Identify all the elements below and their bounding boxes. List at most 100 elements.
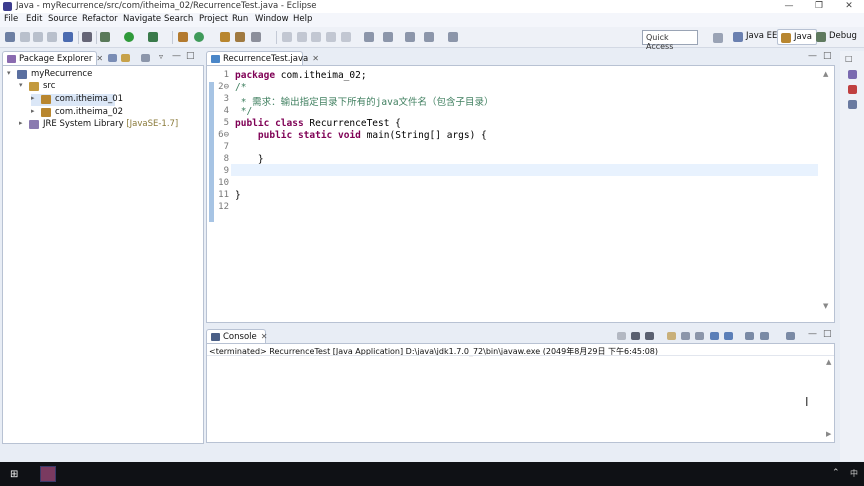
line-number: 8 <box>223 154 229 164</box>
menu-file[interactable]: File <box>4 14 18 24</box>
coverage-icon[interactable] <box>148 32 158 42</box>
os-taskbar: ⊞ ⌃ 中 <box>0 462 864 486</box>
save-all-icon[interactable] <box>33 32 43 42</box>
show-on-output-icon[interactable] <box>710 332 719 340</box>
minimize-editor-icon[interactable]: — <box>808 51 817 61</box>
task-list-icon[interactable] <box>848 70 857 79</box>
close-icon[interactable]: ✕ <box>838 0 860 13</box>
chevron-up-icon[interactable]: ⌃ <box>832 468 840 478</box>
next-edit-icon[interactable] <box>364 32 374 42</box>
code-line[interactable]: } <box>235 190 241 201</box>
code-line[interactable]: } <box>235 154 264 165</box>
link-with-editor-icon[interactable] <box>121 54 130 62</box>
problems-icon[interactable] <box>848 100 857 109</box>
history-back-icon[interactable] <box>424 32 434 42</box>
search-icon[interactable] <box>251 32 261 42</box>
console-icon <box>211 333 220 341</box>
scroll-up-icon[interactable]: ▲ <box>823 70 828 78</box>
close-icon[interactable]: ✕ <box>312 54 319 63</box>
next-annotation-icon[interactable] <box>282 32 292 42</box>
save-icon[interactable] <box>20 32 30 42</box>
remove-launch-icon[interactable] <box>631 332 640 340</box>
scroll-up-icon[interactable]: ▲ <box>826 358 831 366</box>
console-view[interactable]: <terminated> RecurrenceTest [Java Applic… <box>206 343 835 443</box>
toggle-mark-icon[interactable] <box>311 32 321 42</box>
last-edit-location-icon[interactable] <box>383 32 393 42</box>
minimize-view-icon[interactable]: — <box>172 51 181 61</box>
scroll-lock-icon[interactable] <box>681 332 690 340</box>
maximize-view-icon[interactable]: □ <box>186 51 195 61</box>
menu-search[interactable]: Search <box>164 14 193 24</box>
perspective-java[interactable]: Java <box>777 29 817 45</box>
maximize-icon[interactable]: ❐ <box>808 0 830 13</box>
open-type-icon[interactable] <box>235 32 245 42</box>
scroll-right-icon[interactable]: ▶ <box>826 430 831 438</box>
remove-all-terminated-icon[interactable] <box>645 332 654 340</box>
display-console-icon[interactable] <box>760 332 769 340</box>
focus-icon[interactable] <box>141 54 150 62</box>
menu-source[interactable]: Source <box>48 14 77 24</box>
menu-run[interactable]: Run <box>232 14 248 24</box>
eclipse-taskbar-icon[interactable] <box>40 466 56 482</box>
code-line[interactable]: /* <box>235 82 246 93</box>
line-number: 5 <box>223 118 229 128</box>
perspective-java-ee[interactable]: Java EE <box>730 29 781 45</box>
quick-access-field[interactable]: Quick Access <box>642 30 698 51</box>
maximize-console-icon[interactable]: □ <box>823 329 832 339</box>
close-icon[interactable]: ✕ <box>96 54 103 63</box>
restore-icon[interactable]: □ <box>845 54 853 63</box>
menu-edit[interactable]: Edit <box>26 14 42 24</box>
code-line[interactable]: */ <box>235 106 252 117</box>
menu-project[interactable]: Project <box>199 14 228 24</box>
block-selection-icon[interactable] <box>341 32 351 42</box>
menu-bar: File Edit Source Refactor Navigate Searc… <box>0 13 864 27</box>
menu-help[interactable]: Help <box>293 14 312 24</box>
tab-package-explorer[interactable]: Package Explorer ✕ <box>2 51 103 65</box>
new-package-icon[interactable] <box>194 32 204 42</box>
ime-indicator-icon[interactable]: 中 <box>850 468 858 479</box>
debug-icon[interactable] <box>100 32 110 42</box>
line-number: 4 <box>223 106 229 116</box>
back-arrow-icon[interactable] <box>405 32 415 42</box>
collapse-all-icon[interactable] <box>108 54 117 62</box>
perspective-debug[interactable]: Debug <box>813 29 861 45</box>
new-class-icon[interactable] <box>220 32 230 42</box>
maximize-editor-icon[interactable]: □ <box>823 51 832 61</box>
code-line[interactable]: package com.itheima_02; <box>235 70 367 81</box>
project-icon <box>17 70 27 79</box>
open-console-icon[interactable] <box>786 332 795 340</box>
outline-icon[interactable] <box>848 85 857 94</box>
run-icon[interactable] <box>124 32 134 42</box>
tab-recurrencetest-java[interactable]: RecurrenceTest.java ✕ <box>206 51 319 65</box>
minimize-console-icon[interactable]: — <box>808 329 817 339</box>
close-icon[interactable]: ✕ <box>261 332 268 341</box>
menu-window[interactable]: Window <box>255 14 289 24</box>
tree-item-package-01[interactable]: ▸ com.itheima_01 <box>31 94 123 106</box>
code-editor[interactable]: 1 package com.itheima_02; 2⊖ /* 3 * 需求：输出指定目… <box>206 65 835 323</box>
forward-arrow-icon[interactable] <box>448 32 458 42</box>
show-on-error-icon[interactable] <box>724 332 733 340</box>
terminate-icon[interactable] <box>617 332 626 340</box>
scroll-down-icon[interactable]: ▼ <box>823 302 828 310</box>
windows-start-icon[interactable]: ⊞ <box>10 469 18 480</box>
previous-annotation-icon[interactable] <box>297 32 307 42</box>
code-line[interactable]: * 需求：输出指定目录下所有的java文件名（包含子目录） <box>235 94 494 108</box>
new-icon[interactable] <box>5 32 15 42</box>
code-line[interactable]: public static void main(String[] args) { <box>235 130 487 141</box>
open-perspective-icon[interactable] <box>713 33 723 43</box>
print-icon[interactable] <box>47 32 57 42</box>
pin-console-icon[interactable] <box>745 332 754 340</box>
skip-breakpoints-icon[interactable] <box>82 32 92 42</box>
new-java-project-icon[interactable] <box>178 32 188 42</box>
java-file-icon <box>211 55 220 63</box>
show-whitespace-icon[interactable] <box>326 32 336 42</box>
view-menu-icon[interactable]: ▿ <box>159 52 163 61</box>
menu-refactor[interactable]: Refactor <box>82 14 118 24</box>
menu-navigate[interactable]: Navigate <box>123 14 161 24</box>
minimize-icon[interactable]: — <box>778 0 800 13</box>
tab-console[interactable]: Console ✕ <box>206 329 268 343</box>
clear-console-icon[interactable] <box>667 332 676 340</box>
word-wrap-icon[interactable] <box>695 332 704 340</box>
terminal-icon[interactable] <box>63 32 73 42</box>
code-line[interactable]: public class RecurrenceTest { <box>235 118 401 129</box>
